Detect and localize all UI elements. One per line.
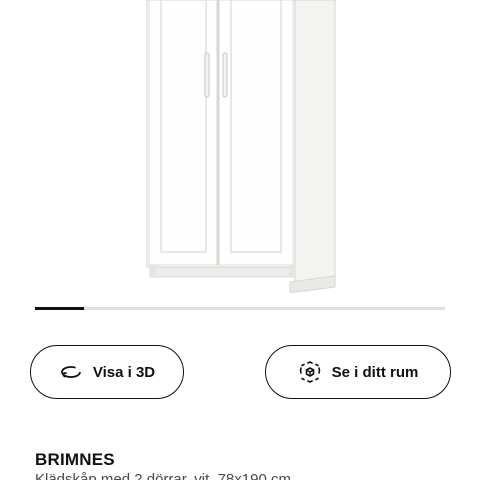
gallery-progress-fill	[35, 307, 85, 310]
product-image[interactable]	[0, 0, 480, 300]
ar-cube-icon	[298, 360, 322, 384]
product-name[interactable]: BRIMNES	[35, 450, 115, 470]
gallery-progress-bar[interactable]	[35, 307, 445, 310]
product-description: Klädskåp med 2 dörrar, vit, 78x190 cm	[35, 471, 291, 480]
view-in-3d-button[interactable]: Visa i 3D	[30, 345, 184, 399]
view-in-room-label: Se i ditt rum	[331, 363, 419, 381]
view-in-3d-label: Visa i 3D	[92, 363, 156, 381]
view-in-room-button[interactable]: Se i ditt rum	[265, 345, 451, 399]
rotate-3d-icon	[59, 360, 83, 384]
wardrobe-illustration	[146, 0, 336, 293]
